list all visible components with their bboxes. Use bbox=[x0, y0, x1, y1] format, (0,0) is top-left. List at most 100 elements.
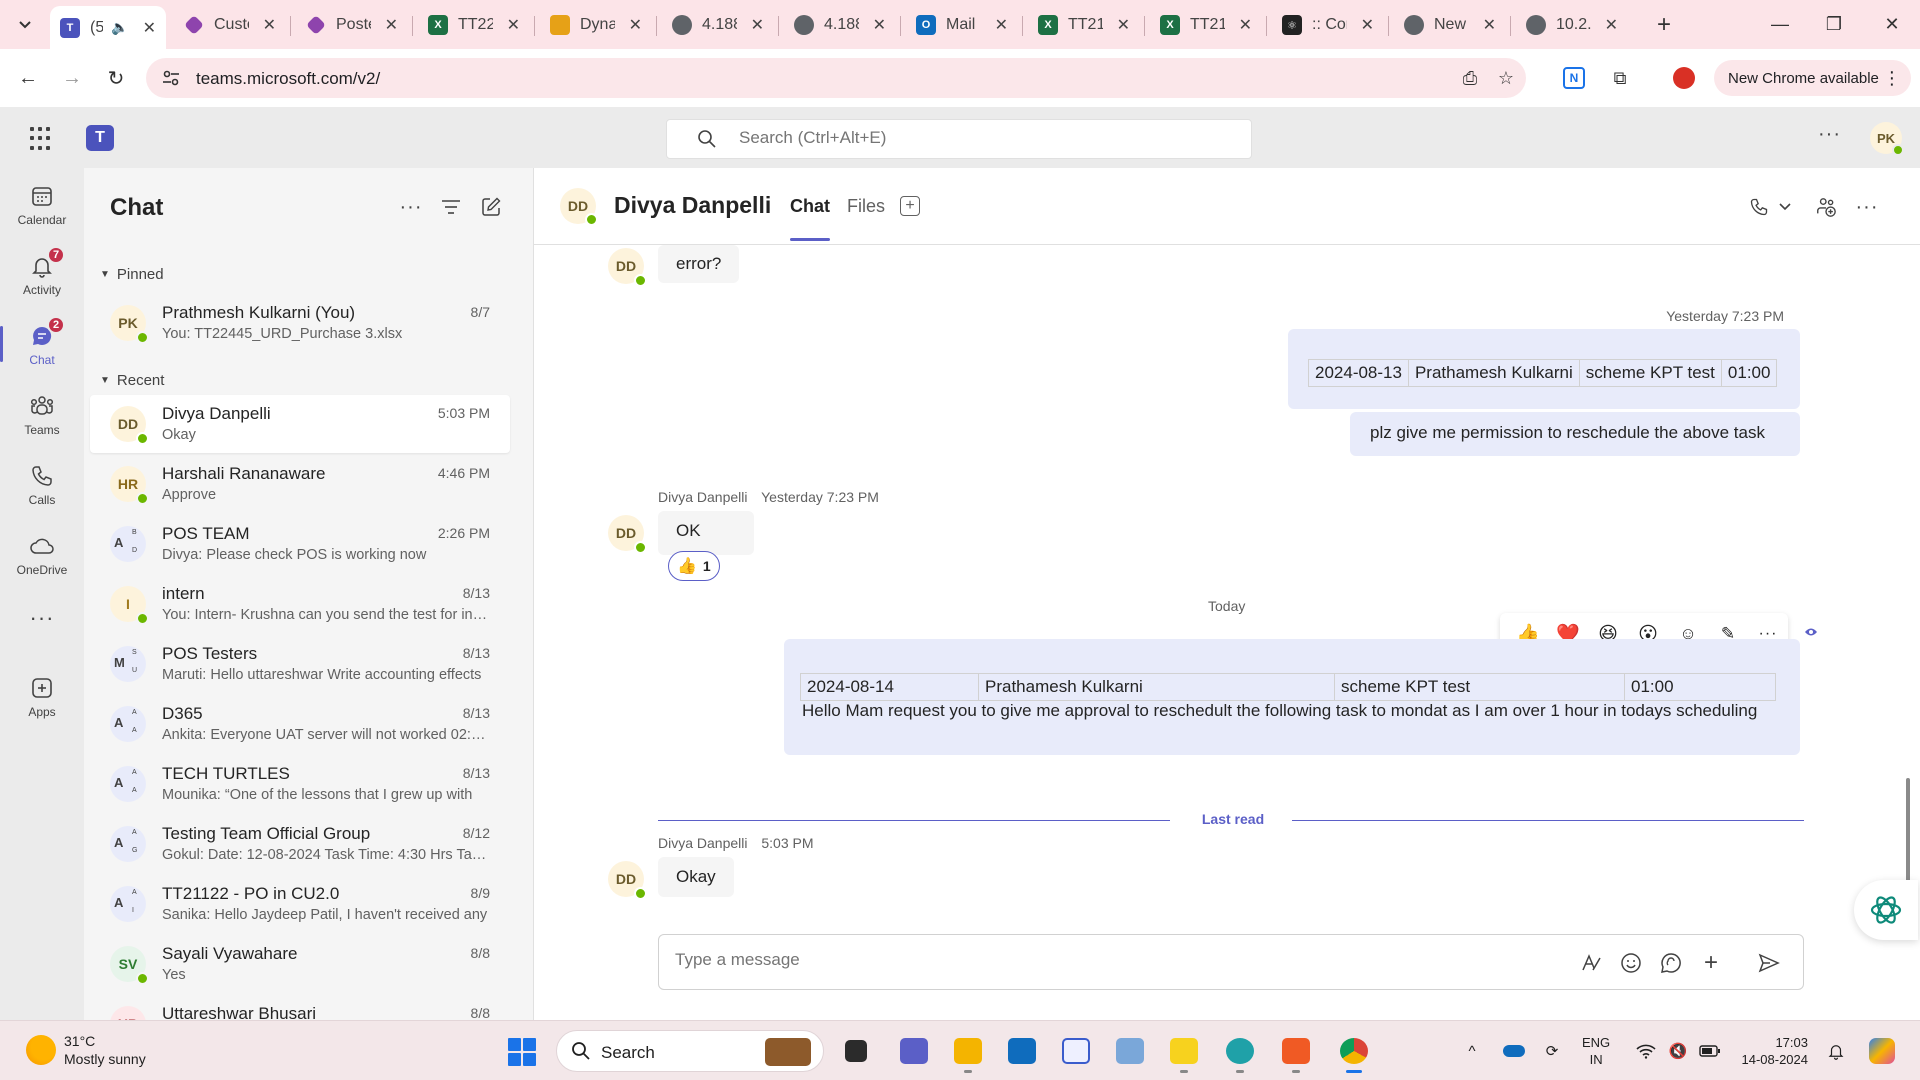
format-icon[interactable] bbox=[1575, 947, 1607, 979]
show-hidden-icons-chevron-icon[interactable]: ^ bbox=[1460, 1021, 1484, 1080]
file-explorer-icon[interactable] bbox=[948, 1031, 988, 1073]
profile-icon[interactable] bbox=[1668, 62, 1700, 94]
send-icon[interactable] bbox=[1753, 947, 1785, 979]
filter-icon[interactable] bbox=[436, 192, 466, 222]
chat-item-intern[interactable]: I intern 8/13 You: Intern- Krushna can y… bbox=[90, 575, 510, 633]
notifications-bell-icon[interactable] bbox=[1822, 1021, 1850, 1080]
browser-tab[interactable]: 4.188 ✕ bbox=[784, 6, 896, 44]
close-window-button[interactable]: ✕ bbox=[1870, 8, 1914, 40]
close-tab-icon[interactable]: ✕ bbox=[1605, 15, 1618, 35]
address-bar[interactable]: teams.microsoft.com/v2/ ⎙ ☆ bbox=[146, 58, 1526, 98]
close-tab-icon[interactable]: ✕ bbox=[143, 18, 156, 38]
browser-tab-teams[interactable]: T (5 🔈 ✕ bbox=[50, 6, 166, 49]
close-tab-icon[interactable]: ✕ bbox=[751, 15, 764, 35]
sticky-notes-icon[interactable] bbox=[1164, 1031, 1204, 1073]
settings-more-icon[interactable]: ··· bbox=[1818, 123, 1841, 146]
scrollbar[interactable] bbox=[1906, 778, 1910, 882]
browser-tab[interactable]: Dyna ✕ bbox=[540, 6, 652, 44]
close-tab-icon[interactable]: ✕ bbox=[629, 15, 642, 35]
edge-icon[interactable] bbox=[1220, 1031, 1260, 1073]
recent-section-header[interactable]: ▼ Recent bbox=[100, 372, 164, 389]
call-options-chevron-icon[interactable] bbox=[1770, 192, 1800, 222]
chat-item-d365[interactable]: AAA D365 8/13 Ankita: Everyone UAT serve… bbox=[90, 695, 510, 753]
bookmark-star-icon[interactable]: ☆ bbox=[1494, 66, 1518, 90]
tab-files[interactable]: Files bbox=[847, 196, 885, 217]
task-view-icon[interactable] bbox=[836, 1031, 876, 1071]
chat-item-uttareshwar-bhusari[interactable]: UB Uttareshwar Bhusari 8/8 bbox=[90, 995, 510, 1020]
loop-component-icon[interactable] bbox=[1655, 947, 1687, 979]
add-tab-icon[interactable]: + bbox=[900, 196, 920, 216]
more-options-icon[interactable]: ··· bbox=[1852, 192, 1882, 222]
browser-tab[interactable]: Poste ✕ bbox=[296, 6, 408, 44]
chat-item-divya-danpelli[interactable]: DD Divya Danpelli 5:03 PM Okay bbox=[90, 395, 510, 453]
copilot-button[interactable] bbox=[1854, 880, 1918, 940]
rail-item-onedrive[interactable]: OneDrive bbox=[0, 522, 84, 586]
rail-item-calls[interactable]: Calls bbox=[0, 452, 84, 516]
browser-tab[interactable]: O Mail ✕ bbox=[906, 6, 1018, 44]
browser-tab[interactable]: X TT22 ✕ bbox=[418, 6, 530, 44]
add-people-icon[interactable] bbox=[1811, 192, 1841, 222]
close-tab-icon[interactable]: ✕ bbox=[1361, 15, 1374, 35]
browser-tab[interactable]: X TT21 ✕ bbox=[1028, 6, 1140, 44]
speaker-icon[interactable]: 🔈 bbox=[111, 19, 128, 36]
close-tab-icon[interactable]: ✕ bbox=[385, 15, 398, 35]
rail-item-chat[interactable]: 2 Chat bbox=[0, 312, 84, 376]
tab-search-button[interactable] bbox=[8, 10, 42, 40]
close-tab-icon[interactable]: ✕ bbox=[1117, 15, 1130, 35]
forward-button[interactable]: → bbox=[56, 62, 88, 94]
chat-item-pinned[interactable]: PK Prathmesh Kulkarni (You) 8/7 You: TT2… bbox=[90, 294, 510, 352]
rail-item-activity[interactable]: 7 Activity bbox=[0, 242, 84, 306]
start-button[interactable] bbox=[508, 1038, 536, 1066]
new-tab-button[interactable]: + bbox=[1650, 11, 1678, 39]
minimize-button[interactable]: — bbox=[1758, 8, 1802, 40]
battery-icon[interactable] bbox=[1696, 1021, 1724, 1080]
sync-tray-icon[interactable]: ⟳ bbox=[1538, 1021, 1566, 1080]
message-input[interactable] bbox=[675, 950, 1535, 970]
chrome-icon[interactable] bbox=[1334, 1031, 1374, 1073]
extensions-puzzle-icon[interactable]: ⧉ bbox=[1604, 62, 1636, 94]
my-avatar[interactable]: PK bbox=[1870, 122, 1904, 156]
reload-button[interactable]: ↻ bbox=[100, 62, 132, 94]
sender-avatar[interactable]: DD bbox=[608, 248, 647, 287]
message-bubble[interactable]: Okay bbox=[658, 857, 734, 897]
search-box[interactable] bbox=[666, 119, 1252, 159]
language-indicator[interactable]: ENG IN bbox=[1582, 1034, 1610, 1068]
chat-item-tech-turtles[interactable]: AAA TECH TURTLES 8/13 Mounika: “One of t… bbox=[90, 755, 510, 813]
close-tab-icon[interactable]: ✕ bbox=[507, 15, 520, 35]
teams-taskbar-icon[interactable] bbox=[894, 1031, 934, 1071]
browser-tab[interactable]: ⚛ :: Cor ✕ bbox=[1272, 6, 1384, 44]
install-app-icon[interactable]: ⎙ bbox=[1458, 66, 1482, 90]
back-button[interactable]: ← bbox=[12, 62, 44, 94]
browser-tab[interactable]: X TT21 ✕ bbox=[1150, 6, 1262, 44]
browser-tab[interactable]: Custo ✕ bbox=[174, 6, 286, 44]
more-options-icon[interactable]: ··· bbox=[396, 192, 426, 222]
browser-tab[interactable]: 4.188 ✕ bbox=[662, 6, 774, 44]
message-bubble[interactable]: plz give me permission to reschedule the… bbox=[1350, 412, 1800, 456]
message-composer[interactable]: + bbox=[658, 934, 1804, 990]
browser-tab[interactable]: 10.2. ✕ bbox=[1516, 6, 1628, 44]
add-attachment-icon[interactable]: + bbox=[1695, 947, 1727, 979]
brave-icon[interactable] bbox=[1276, 1031, 1316, 1073]
close-tab-icon[interactable]: ✕ bbox=[995, 15, 1008, 35]
close-tab-icon[interactable]: ✕ bbox=[1239, 15, 1252, 35]
chat-item-tt21122[interactable]: AAI TT21122 - PO in CU2.0 8/9 Sanika: He… bbox=[90, 875, 510, 933]
chrome-update-button[interactable]: New Chrome available ⋮ bbox=[1714, 60, 1911, 96]
search-input[interactable] bbox=[739, 128, 1219, 148]
chat-item-sayali-vyawahare[interactable]: SV Sayali Vyawahare 8/8 Yes bbox=[90, 935, 510, 993]
network-tool-icon[interactable] bbox=[1056, 1031, 1096, 1071]
photos-icon[interactable] bbox=[1110, 1031, 1150, 1071]
system-clock[interactable]: 17:03 14-08-2024 bbox=[1736, 1034, 1809, 1068]
copilot-taskbar-icon[interactable] bbox=[1864, 1021, 1900, 1080]
chat-item-testing-team[interactable]: AAG Testing Team Official Group 8/12 Gok… bbox=[90, 815, 510, 873]
browser-tab[interactable]: New ✕ bbox=[1394, 6, 1506, 44]
close-tab-icon[interactable]: ✕ bbox=[873, 15, 886, 35]
tab-chat[interactable]: Chat bbox=[790, 196, 830, 241]
kebab-menu-icon[interactable]: ⋮ bbox=[1883, 68, 1901, 89]
close-tab-icon[interactable]: ✕ bbox=[1483, 15, 1496, 35]
conversation-avatar[interactable]: DD bbox=[560, 188, 598, 226]
emoji-icon[interactable] bbox=[1615, 947, 1647, 979]
app-launcher-icon[interactable] bbox=[30, 127, 54, 151]
close-tab-icon[interactable]: ✕ bbox=[263, 15, 276, 35]
wifi-icon[interactable] bbox=[1632, 1021, 1660, 1080]
rail-item-apps[interactable]: Apps bbox=[0, 664, 84, 728]
